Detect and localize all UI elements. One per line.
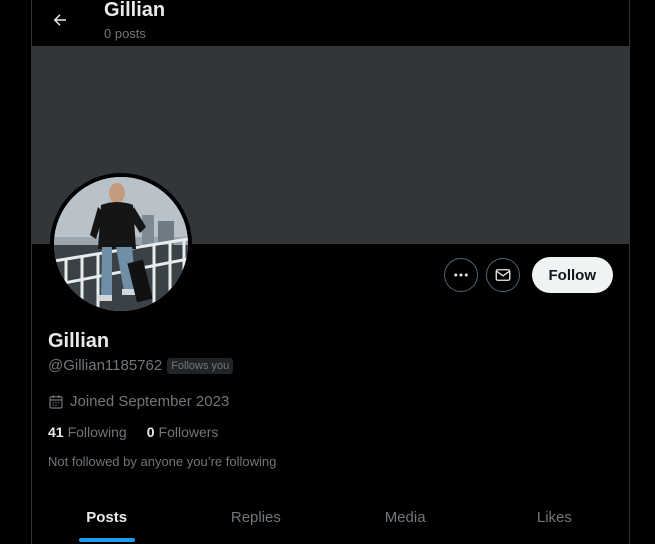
following-label: Following	[67, 424, 127, 440]
header-title: Gillian	[104, 0, 166, 21]
followers-label: Followers	[158, 424, 219, 440]
arrow-left-icon	[53, 14, 66, 26]
followers-link[interactable]: 0 Followers	[147, 424, 219, 440]
message-button[interactable]	[485, 258, 520, 292]
not-followed-note: Not followed by anyone you’re following	[48, 454, 277, 469]
follows-you-badge: Follows you	[167, 357, 234, 374]
more-button[interactable]	[443, 258, 478, 292]
avatar[interactable]	[50, 173, 192, 315]
tab-media[interactable]: Media	[331, 490, 480, 544]
profile-tabs: Posts Replies Media Likes	[32, 490, 629, 544]
header-post-count: 0 posts	[104, 26, 146, 41]
following-count: 41	[48, 424, 64, 440]
tab-replies[interactable]: Replies	[181, 490, 330, 544]
tab-label: Likes	[536, 508, 572, 526]
more-icon	[453, 273, 468, 277]
tab-label: Media	[384, 508, 426, 526]
active-tab-indicator	[78, 538, 135, 542]
joined-text: Joined September 2023	[70, 393, 230, 410]
message-icon	[495, 269, 510, 281]
followers-count: 0	[146, 424, 155, 440]
tab-likes[interactable]: Likes	[480, 490, 629, 544]
profile-actions: Follow	[443, 257, 613, 293]
profile-name: Gillian	[48, 330, 110, 352]
follow-counts: 41 Following 0 Followers	[48, 424, 218, 440]
avatar-photo	[54, 177, 188, 311]
tab-posts[interactable]: Posts	[32, 490, 181, 544]
joined-date-row: Joined September 2023	[48, 393, 229, 410]
tab-label: Replies	[230, 508, 281, 526]
following-link[interactable]: 41 Following	[48, 424, 127, 440]
profile-header-bar: Gillian 0 posts	[32, 0, 629, 46]
profile-column: Gillian 0 posts Follow Gillian @Gillian1…	[31, 0, 630, 544]
tab-label: Posts	[86, 508, 128, 526]
calendar-icon	[49, 394, 63, 409]
back-button[interactable]	[46, 6, 74, 34]
handle-row: @Gillian1185762 Follows you	[48, 357, 234, 374]
follow-button[interactable]: Follow	[531, 257, 613, 293]
profile-handle: @Gillian1185762	[48, 357, 163, 374]
